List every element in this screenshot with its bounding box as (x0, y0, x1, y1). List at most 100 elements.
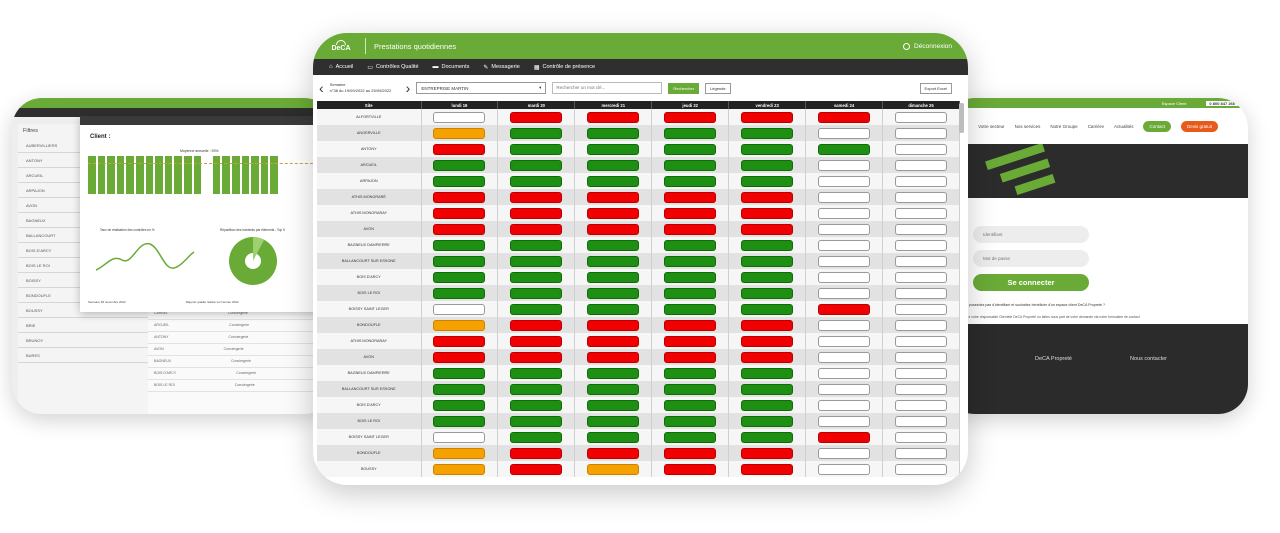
password-field[interactable]: Mot de passe (973, 250, 1089, 267)
status-box[interactable] (510, 335, 563, 347)
status-box[interactable] (510, 287, 563, 299)
status-box[interactable] (895, 223, 948, 235)
status-box[interactable] (510, 415, 563, 427)
status-box[interactable] (433, 303, 486, 315)
status-box[interactable] (895, 207, 948, 219)
status-box[interactable] (587, 207, 640, 219)
status-box[interactable] (895, 399, 948, 411)
status-box[interactable] (664, 239, 717, 251)
status-box[interactable] (664, 191, 717, 203)
status-box[interactable] (664, 159, 717, 171)
status-box[interactable] (433, 143, 486, 155)
status-box[interactable] (587, 319, 640, 331)
status-box[interactable] (818, 351, 871, 363)
nav-services[interactable]: Nos services (1015, 124, 1041, 129)
status-box[interactable] (741, 143, 794, 155)
devis-button[interactable]: Devis gratuit (1180, 120, 1218, 132)
status-box[interactable] (510, 175, 563, 187)
nav-secteur[interactable]: Votre secteur (978, 124, 1005, 129)
nav-item-messagerie[interactable]: ✎ Messagerie (483, 64, 519, 71)
status-box[interactable] (895, 431, 948, 443)
status-box[interactable] (433, 223, 486, 235)
status-box[interactable] (664, 463, 717, 475)
status-box[interactable] (510, 303, 563, 315)
status-box[interactable] (818, 463, 871, 475)
status-box[interactable] (818, 143, 871, 155)
status-box[interactable] (510, 239, 563, 251)
status-box[interactable] (587, 431, 640, 443)
status-box[interactable] (510, 447, 563, 459)
status-box[interactable] (510, 351, 563, 363)
status-box[interactable] (510, 255, 563, 267)
nav-item-contr-le-de-pr-sence[interactable]: ▦ Contrôle de présence (534, 64, 595, 71)
status-box[interactable] (433, 175, 486, 187)
status-box[interactable] (741, 415, 794, 427)
vertical-scrollbar[interactable] (959, 103, 964, 133)
status-box[interactable] (818, 447, 871, 459)
status-box[interactable] (433, 239, 486, 251)
nav-groupe[interactable]: Notre Groupe (1050, 124, 1077, 129)
status-box[interactable] (433, 431, 486, 443)
status-box[interactable] (818, 271, 871, 283)
status-box[interactable] (587, 111, 640, 123)
status-box[interactable] (664, 207, 717, 219)
status-box[interactable] (895, 127, 948, 139)
status-box[interactable] (433, 191, 486, 203)
status-box[interactable] (587, 287, 640, 299)
status-box[interactable] (433, 463, 486, 475)
status-box[interactable] (741, 335, 794, 347)
status-box[interactable] (818, 159, 871, 171)
status-box[interactable] (664, 431, 717, 443)
status-box[interactable] (664, 175, 717, 187)
contact-button[interactable]: Contact (1143, 120, 1171, 132)
status-box[interactable] (587, 255, 640, 267)
status-box[interactable] (433, 447, 486, 459)
status-box[interactable] (741, 431, 794, 443)
status-box[interactable] (741, 463, 794, 475)
status-box[interactable] (818, 431, 871, 443)
status-box[interactable] (510, 223, 563, 235)
status-box[interactable] (741, 255, 794, 267)
legend-button[interactable]: Légende (705, 82, 731, 94)
status-box[interactable] (433, 351, 486, 363)
status-box[interactable] (587, 351, 640, 363)
nav-item-documents[interactable]: ▬ Documents (433, 64, 470, 70)
status-box[interactable] (818, 127, 871, 139)
status-box[interactable] (510, 159, 563, 171)
table-row[interactable]: BOIS D'ARCY Conciergerie (148, 368, 334, 380)
status-box[interactable] (587, 415, 640, 427)
status-box[interactable] (741, 207, 794, 219)
table-row[interactable]: BAGNEUX Conciergerie (148, 356, 334, 368)
status-box[interactable] (433, 367, 486, 379)
status-box[interactable] (895, 191, 948, 203)
status-box[interactable] (818, 223, 871, 235)
status-box[interactable] (741, 159, 794, 171)
status-box[interactable] (433, 271, 486, 283)
status-box[interactable] (587, 399, 640, 411)
status-box[interactable] (664, 223, 717, 235)
status-box[interactable] (895, 255, 948, 267)
status-box[interactable] (741, 383, 794, 395)
status-box[interactable] (895, 287, 948, 299)
status-box[interactable] (433, 207, 486, 219)
status-box[interactable] (587, 271, 640, 283)
status-box[interactable] (818, 175, 871, 187)
filter-row[interactable]: BRIE (18, 318, 148, 333)
status-box[interactable] (664, 367, 717, 379)
previous-week-arrow-icon[interactable]: ‹ (319, 81, 324, 95)
status-box[interactable] (818, 111, 871, 123)
status-box[interactable] (741, 351, 794, 363)
table-row[interactable]: BOIS LE ROI Conciergerie (148, 380, 334, 392)
status-box[interactable] (587, 335, 640, 347)
status-box[interactable] (895, 463, 948, 475)
status-box[interactable] (664, 127, 717, 139)
status-box[interactable] (664, 383, 717, 395)
status-box[interactable] (818, 367, 871, 379)
status-box[interactable] (510, 367, 563, 379)
status-box[interactable] (510, 143, 563, 155)
status-box[interactable] (587, 303, 640, 315)
status-box[interactable] (818, 207, 871, 219)
username-field[interactable]: Identifiant (973, 226, 1089, 243)
client-select[interactable]: ENTREPRISE MARTIN ▾ (416, 82, 547, 94)
status-box[interactable] (587, 463, 640, 475)
